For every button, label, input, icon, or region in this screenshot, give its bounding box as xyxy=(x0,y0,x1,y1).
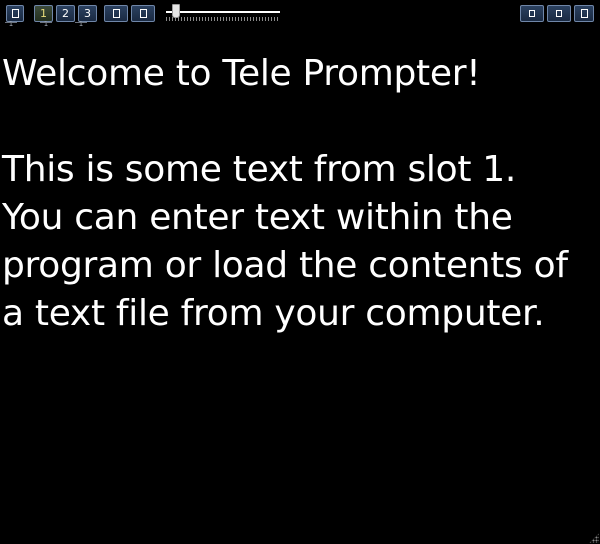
slot-1-mark: 1 xyxy=(4,20,18,28)
close-button[interactable] xyxy=(574,5,594,22)
toolbar: 1 2 3 1 1 1 xyxy=(0,0,600,30)
prompt-line: Welcome to Tele Prompter! xyxy=(2,53,481,94)
slot-2-mark: 1 xyxy=(39,20,53,28)
speed-slider[interactable] xyxy=(166,4,280,24)
slot-3-mark: 1 xyxy=(74,20,88,28)
square-icon xyxy=(529,9,535,17)
prompt-line: a text file from your computer. xyxy=(2,293,545,334)
prompt-text: Welcome to Tele Prompter! This is some t… xyxy=(2,50,598,338)
square-icon xyxy=(556,9,562,17)
prompt-line xyxy=(2,98,598,146)
square-icon xyxy=(580,8,588,18)
square-icon xyxy=(112,8,120,18)
slider-ticks xyxy=(166,17,280,21)
square-icon xyxy=(139,8,147,18)
minimize-button[interactable] xyxy=(520,5,544,22)
prompt-line: This is some text from slot 1. xyxy=(2,149,517,190)
prompt-line: You can enter text within the xyxy=(2,197,513,238)
edit-button[interactable] xyxy=(104,5,128,22)
maximize-button[interactable] xyxy=(547,5,571,22)
square-icon xyxy=(11,8,19,18)
resize-grip-icon[interactable] xyxy=(589,533,599,543)
slider-thumb[interactable] xyxy=(172,4,181,18)
load-file-button[interactable] xyxy=(131,5,155,22)
slider-track xyxy=(166,11,280,13)
prompt-line: program or load the contents of xyxy=(2,245,568,286)
slot-2-button[interactable]: 2 xyxy=(56,5,75,22)
